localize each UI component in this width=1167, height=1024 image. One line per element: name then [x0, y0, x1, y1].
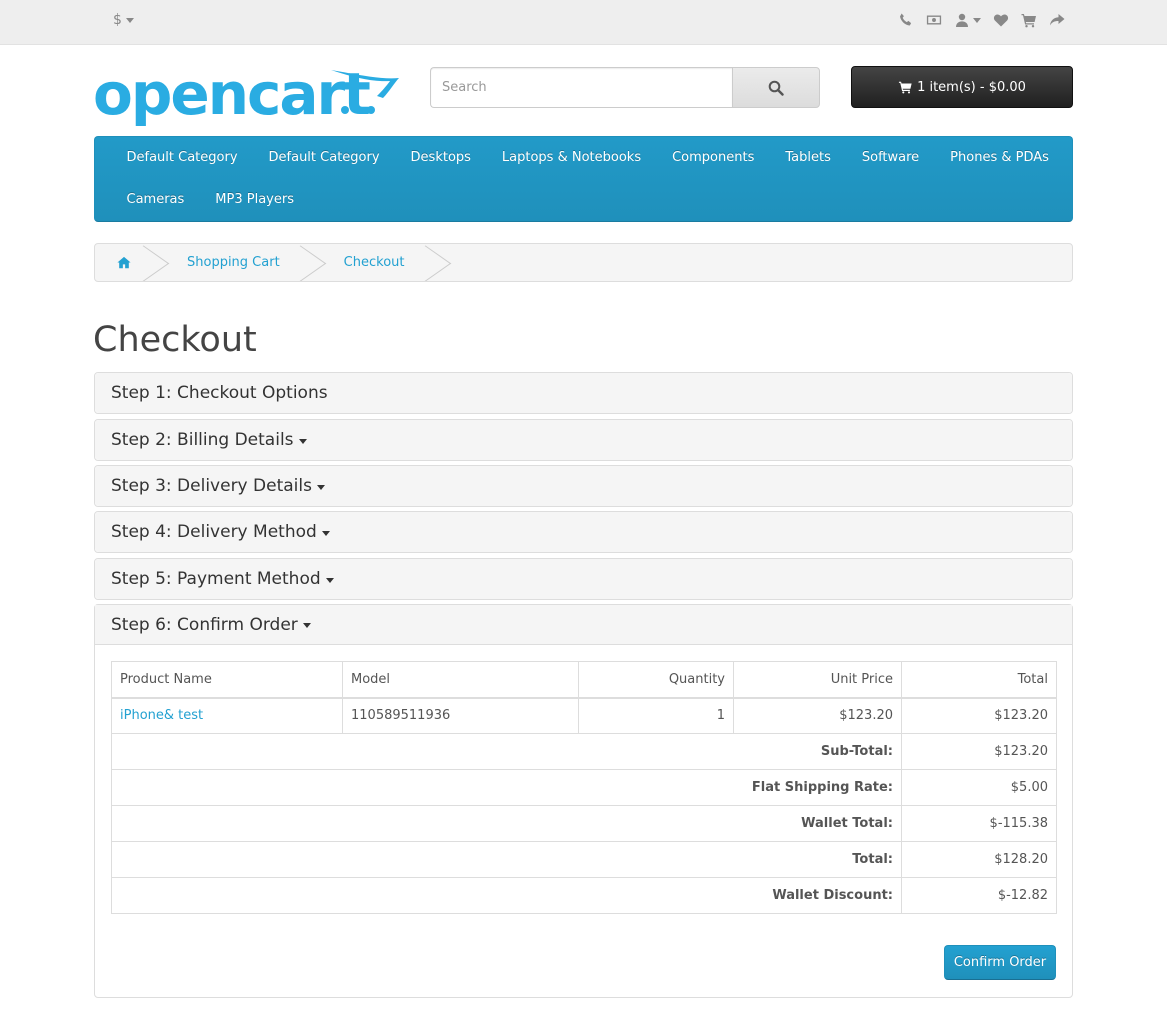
logo-text: opencart	[93, 64, 370, 128]
totals-row-total: Total: $128.20	[111, 841, 1057, 878]
menu-row-2: Cameras MP3 Players	[111, 179, 309, 221]
cart-button[interactable]: 1 item(s) - $0.00	[851, 66, 1073, 108]
confirm-order-button[interactable]: Confirm Order	[944, 945, 1056, 980]
menu-item-desktops[interactable]: Desktops	[395, 137, 486, 179]
step-3-panel: Step 3: Delivery Details	[94, 465, 1073, 507]
step-1-header[interactable]: Step 1: Checkout Options	[95, 373, 1072, 413]
wallet-total-label: Wallet Total:	[801, 816, 893, 831]
step-6-header[interactable]: Step 6: Confirm Order	[95, 605, 1072, 645]
step-6-title: Step 6: Confirm Order	[111, 614, 298, 635]
user-icon[interactable]	[954, 12, 981, 28]
header-product-name: Product Name	[111, 661, 343, 699]
breadcrumb-home[interactable]	[95, 244, 155, 281]
breadcrumb: Shopping Cart Checkout	[94, 243, 1073, 282]
menu-item-tablets[interactable]: Tablets	[770, 137, 847, 179]
top-links	[898, 12, 1065, 28]
totals-row-subtotal: Sub-Total: $123.20	[111, 733, 1057, 770]
product-name-cell: iPhone& test	[111, 697, 343, 734]
menu-item-laptops-notebooks[interactable]: Laptops & Notebooks	[486, 137, 656, 179]
total-value: $128.20	[901, 841, 1057, 878]
step-1-panel: Step 1: Checkout Options	[94, 372, 1073, 414]
currency-symbol: $	[113, 12, 122, 28]
unit-price-cell: $123.20	[733, 697, 902, 734]
header-total: Total	[901, 661, 1057, 699]
phone-icon[interactable]	[898, 12, 914, 28]
cart-icon[interactable]	[1021, 12, 1037, 28]
quantity-cell: 1	[578, 697, 734, 734]
step-2-title: Step 2: Billing Details	[111, 430, 294, 450]
breadcrumb-shopping-cart[interactable]: Shopping Cart	[155, 244, 312, 281]
menu-item-default-category[interactable]: Default Category	[111, 137, 253, 179]
step-4-header[interactable]: Step 4: Delivery Method	[95, 512, 1072, 552]
totals-row-wallet-discount: Wallet Discount: $-12.82	[111, 877, 1057, 914]
total-cell: $123.20	[901, 697, 1057, 734]
menu-item-cameras[interactable]: Cameras	[111, 179, 200, 221]
search-button[interactable]	[732, 67, 820, 108]
header-model: Model	[342, 661, 579, 699]
currency-dropdown[interactable]: $	[113, 12, 134, 28]
step-4-panel: Step 4: Delivery Method	[94, 511, 1073, 553]
table-header-row: Product Name Model Quantity Unit Price T…	[111, 661, 1057, 699]
menu-row-1: Default Category Default Category Deskto…	[111, 137, 1064, 179]
caret-down-icon	[321, 530, 330, 536]
step-4-title: Step 4: Delivery Method	[111, 522, 317, 542]
opencart-logo[interactable]: opencart	[93, 60, 403, 128]
caret-down-icon	[316, 484, 325, 490]
main-menu: Default Category Default Category Deskto…	[94, 136, 1073, 222]
step-6-panel: Step 6: Confirm Order Product Name Model…	[94, 604, 1073, 998]
caret-down-icon	[302, 623, 311, 628]
shipping-value: $5.00	[901, 769, 1057, 806]
caret-down-icon	[325, 577, 334, 583]
wallet-discount-value: $-12.82	[901, 877, 1057, 914]
menu-item-software[interactable]: Software	[846, 137, 934, 179]
menu-item-mp3-players[interactable]: MP3 Players	[200, 179, 310, 221]
step-5-panel: Step 5: Payment Method	[94, 558, 1073, 600]
menu-item-components[interactable]: Components	[657, 137, 770, 179]
breadcrumb-checkout[interactable]: Checkout	[312, 244, 437, 281]
step-5-header[interactable]: Step 5: Payment Method	[95, 559, 1072, 599]
chevron-down-icon	[125, 17, 134, 23]
product-link[interactable]: iPhone& test	[120, 708, 203, 723]
step-5-title: Step 5: Payment Method	[111, 569, 321, 589]
step-3-header[interactable]: Step 3: Delivery Details	[95, 466, 1072, 506]
share-icon[interactable]	[1049, 12, 1065, 28]
search-bar	[430, 67, 820, 108]
cart-icon	[899, 81, 912, 94]
caret-down-icon	[298, 438, 307, 444]
money-icon[interactable]	[926, 12, 942, 28]
step-3-title: Step 3: Delivery Details	[111, 476, 312, 496]
heart-icon[interactable]	[993, 12, 1009, 28]
shipping-label: Flat Shipping Rate:	[751, 780, 893, 795]
totals-row-wallet-total: Wallet Total: $-115.38	[111, 805, 1057, 842]
menu-item-default-category-2[interactable]: Default Category	[253, 137, 395, 179]
subtotal-label: Sub-Total:	[820, 744, 893, 759]
step-1-title: Step 1: Checkout Options	[111, 383, 328, 403]
header-quantity: Quantity	[578, 661, 734, 699]
menu-item-phones-pdas[interactable]: Phones & PDAs	[935, 137, 1065, 179]
total-label: Total:	[852, 852, 893, 867]
step-2-panel: Step 2: Billing Details	[94, 419, 1073, 461]
home-icon	[117, 256, 131, 269]
cart-label: 1 item(s) - $0.00	[917, 79, 1026, 95]
subtotal-value: $123.20	[901, 733, 1057, 770]
header-unit-price: Unit Price	[733, 661, 902, 699]
table-row: iPhone& test 110589511936 1 $123.20 $123…	[111, 697, 1057, 734]
page-title: Checkout	[93, 320, 257, 360]
order-table: Product Name Model Quantity Unit Price T…	[111, 661, 1057, 914]
totals-row-shipping: Flat Shipping Rate: $5.00	[111, 769, 1057, 806]
model-cell: 110589511936	[342, 697, 579, 734]
search-icon	[768, 80, 784, 96]
wallet-discount-label: Wallet Discount:	[772, 888, 893, 903]
search-input[interactable]	[430, 67, 732, 108]
top-bar: $	[0, 0, 1167, 45]
chevron-down-icon	[973, 17, 981, 23]
wallet-total-value: $-115.38	[901, 805, 1057, 842]
step-2-header[interactable]: Step 2: Billing Details	[95, 420, 1072, 460]
